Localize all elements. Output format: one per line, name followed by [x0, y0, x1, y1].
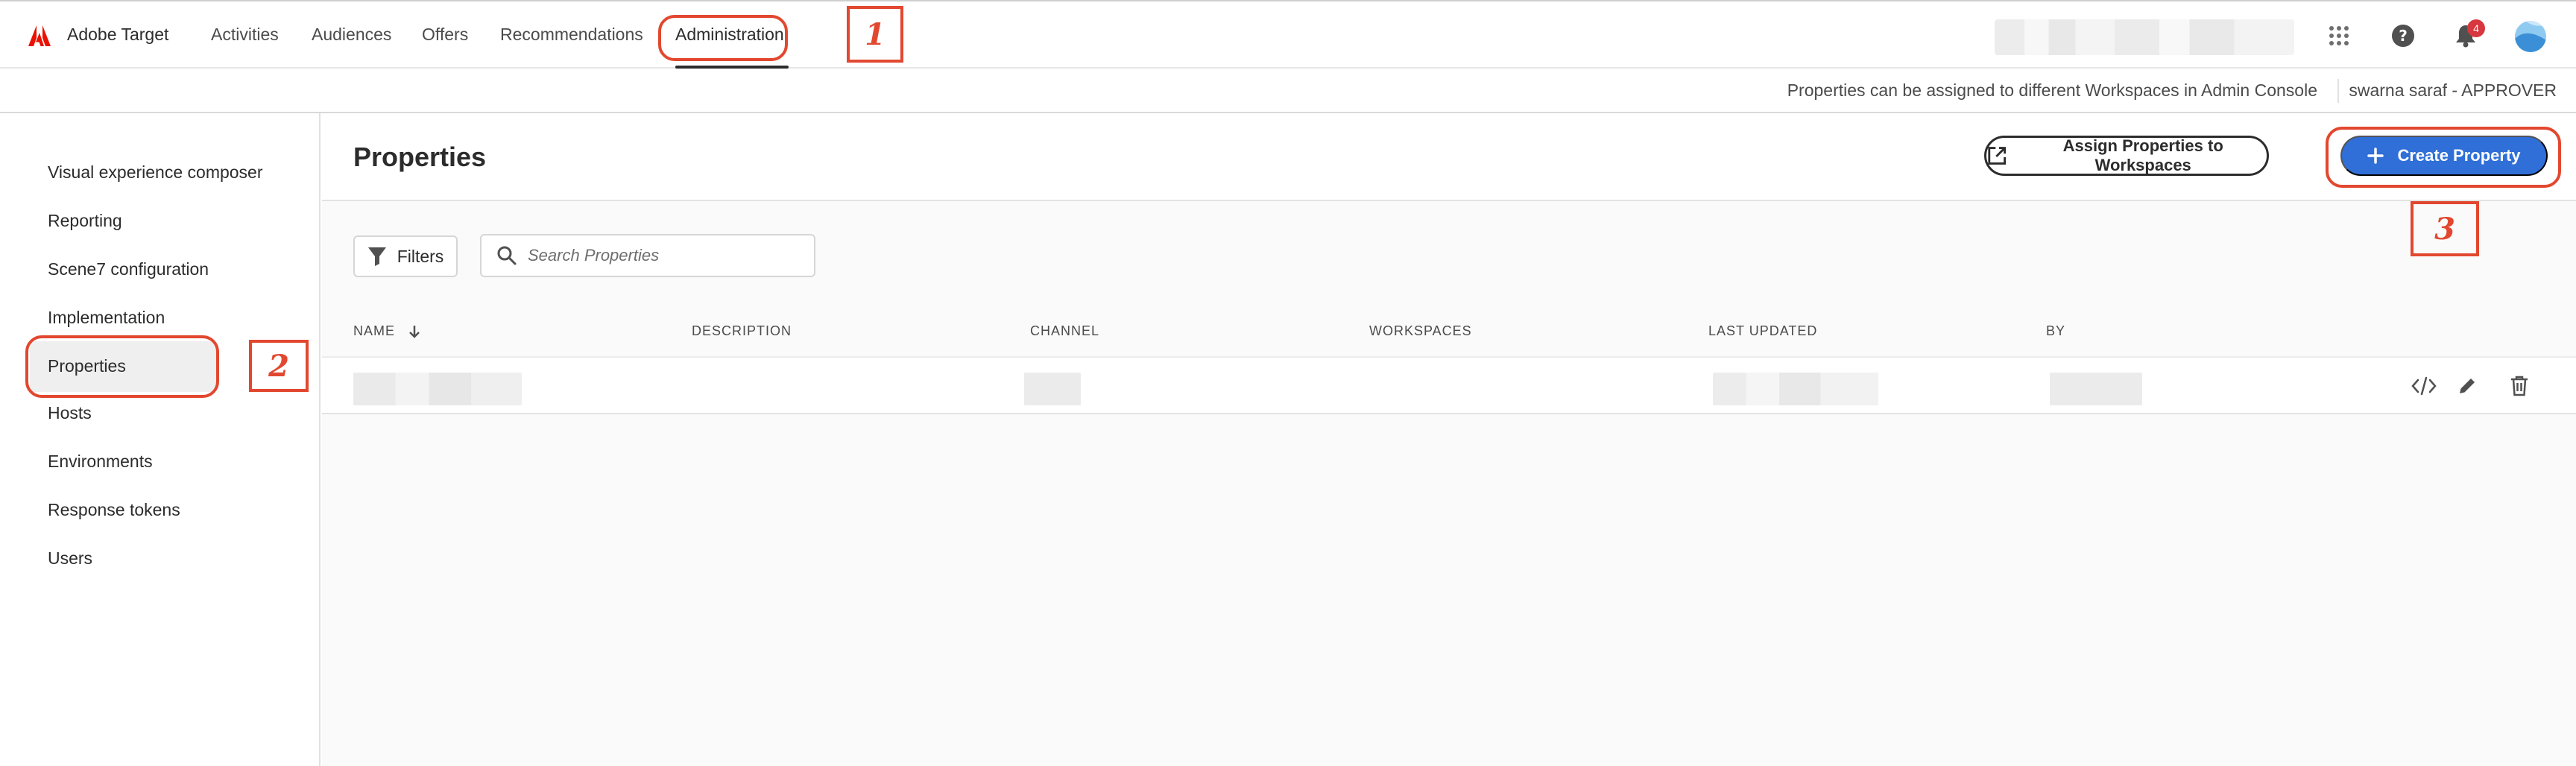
column-header-description[interactable]: DESCRIPTION	[692, 323, 792, 339]
nav-activities[interactable]: Activities	[211, 25, 279, 45]
active-nav-indicator	[675, 66, 789, 69]
sort-descending-icon[interactable]	[408, 324, 420, 339]
annotation-properties-highlight	[25, 335, 219, 398]
annotation-step-2: 2	[249, 340, 309, 392]
property-channel-redacted	[1024, 373, 1081, 405]
sidebar-item-hosts[interactable]: Hosts	[48, 403, 92, 423]
apps-grid-icon[interactable]	[2326, 22, 2352, 49]
user-avatar[interactable]	[2515, 21, 2546, 52]
property-name-redacted[interactable]	[353, 373, 522, 405]
admin-sidebar: Visual experience composer Reporting Sce…	[0, 113, 321, 766]
filters-button[interactable]: Filters	[353, 235, 458, 277]
table-toolbar: Filters NAME DESCRIPTION CHANNEL WORKSPA…	[322, 201, 2576, 358]
sidebar-item-reporting[interactable]: Reporting	[48, 211, 122, 231]
svg-text:?: ?	[2399, 27, 2408, 45]
sidebar-item-users[interactable]: Users	[48, 548, 92, 569]
notification-count-badge: 4	[2467, 19, 2485, 37]
property-last-updated-redacted	[1713, 373, 1878, 405]
workspace-info-bar: Properties can be assigned to different …	[0, 70, 2576, 113]
column-header-by[interactable]: BY	[2046, 323, 2065, 339]
property-author-redacted	[2050, 373, 2142, 405]
nav-recommendations[interactable]: Recommendations	[500, 25, 643, 45]
properties-header: Properties Assign Properties to Workspac…	[322, 113, 2576, 201]
assign-properties-button[interactable]: Assign Properties to Workspaces	[1984, 136, 2269, 176]
filter-funnel-icon	[367, 247, 386, 266]
page-title: Properties	[353, 142, 487, 172]
nav-audiences[interactable]: Audiences	[312, 25, 391, 45]
column-header-channel[interactable]: CHANNEL	[1030, 323, 1099, 339]
workspace-info-message: Properties can be assigned to different …	[1787, 80, 2317, 100]
search-field[interactable]	[480, 234, 815, 277]
properties-content: Filters NAME DESCRIPTION CHANNEL WORKSPA…	[322, 201, 2576, 766]
delete-trash-icon[interactable]	[2506, 373, 2533, 399]
external-link-icon	[1988, 147, 2007, 165]
sidebar-item-response-tokens[interactable]: Response tokens	[48, 500, 180, 520]
annotation-administration-highlight	[658, 15, 788, 61]
adobe-logo-icon[interactable]	[28, 25, 51, 46]
column-header-workspaces[interactable]: WORKSPACES	[1369, 323, 1472, 339]
column-header-last-updated[interactable]: LAST UPDATED	[1708, 323, 1817, 339]
search-icon	[497, 246, 517, 265]
filters-label: Filters	[397, 246, 444, 266]
sidebar-item-visual-experience-composer[interactable]: Visual experience composer	[48, 162, 263, 183]
edit-pencil-icon[interactable]	[2454, 373, 2481, 399]
annotation-step-3: 3	[2411, 201, 2479, 256]
column-header-name[interactable]: NAME	[353, 323, 420, 339]
current-user-role: swarna saraf - APPROVER	[2349, 80, 2557, 100]
table-row[interactable]	[322, 358, 2576, 414]
assign-properties-label: Assign Properties to Workspaces	[2062, 136, 2223, 174]
help-icon[interactable]: ?	[2390, 22, 2416, 49]
brand-name[interactable]: Adobe Target	[67, 25, 168, 45]
annotation-step-1: 1	[847, 6, 903, 63]
info-divider	[2337, 79, 2339, 103]
sidebar-item-implementation[interactable]: Implementation	[48, 308, 165, 328]
nav-offers[interactable]: Offers	[422, 25, 468, 45]
sidebar-item-scene7-configuration[interactable]: Scene7 configuration	[48, 259, 209, 279]
org-switcher[interactable]	[1995, 19, 2294, 55]
annotation-create-property-highlight	[2326, 127, 2561, 188]
sidebar-item-environments[interactable]: Environments	[48, 452, 153, 472]
code-embed-icon[interactable]	[2411, 373, 2437, 399]
top-navigation-bar: Adobe Target Activities Audiences Offers…	[0, 0, 2576, 69]
search-input[interactable]	[528, 246, 796, 265]
